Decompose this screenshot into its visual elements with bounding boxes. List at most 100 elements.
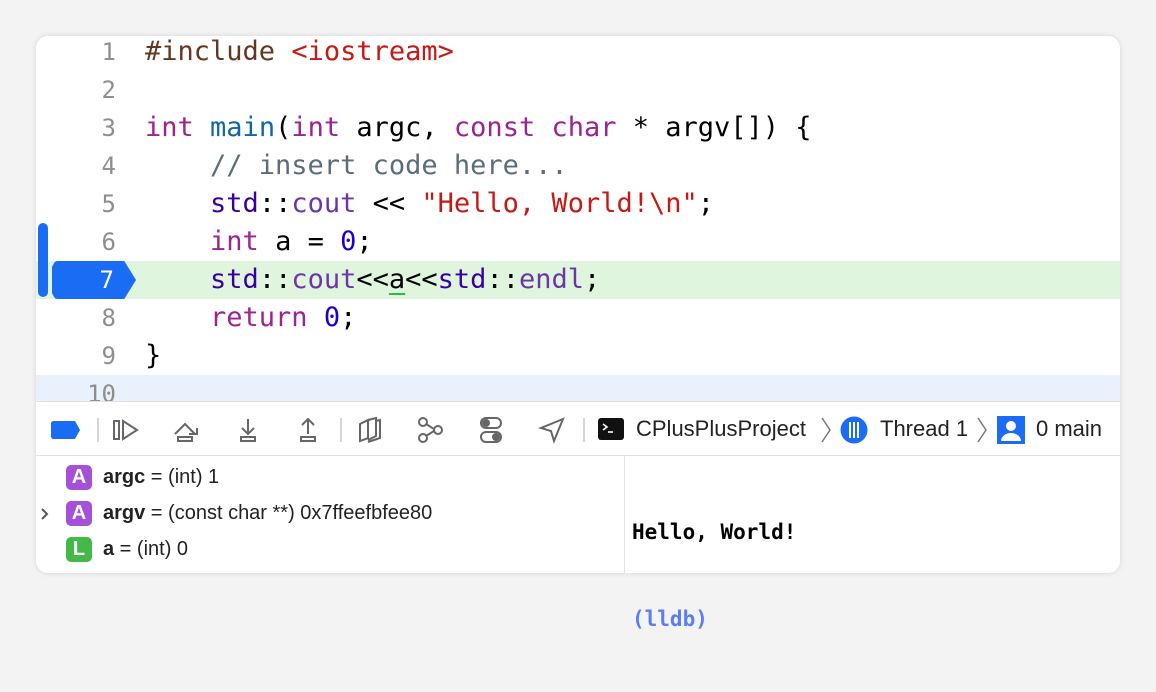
code-token: ; [340, 302, 357, 333]
code-token: cout [291, 188, 357, 219]
disclosure-chevron-icon[interactable] [40, 507, 50, 521]
variable-name: a [103, 538, 115, 560]
code-text: std::cout<<a<<std::endl; [145, 261, 600, 299]
step-into-icon[interactable] [234, 416, 262, 444]
debug-bar: CPlusPlusProject Thread 1 0 main [36, 401, 1120, 456]
code-text: } [145, 337, 161, 375]
variable-name: argv [103, 502, 146, 524]
code-token: int [291, 112, 341, 143]
step-over-icon[interactable] [173, 416, 201, 444]
code-token: 0 [323, 302, 341, 333]
console-prompt[interactable]: (lldb) [632, 605, 1112, 634]
code-line[interactable]: 10 [36, 375, 1120, 408]
code-token: int [210, 226, 259, 257]
variable-kind-badge: A [66, 465, 92, 490]
variables-view: Aargc = (int) 1 Aargv = (const char **) 0… [36, 456, 625, 573]
variable-row[interactable]: Aargc = (int) 1 [36, 459, 616, 495]
line-number[interactable]: 2 [36, 71, 116, 109]
simulate-location-icon[interactable] [538, 416, 566, 444]
line-number[interactable]: 4 [36, 147, 116, 185]
console-output: Hello, World! [632, 520, 797, 544]
code-token: << [405, 264, 438, 295]
code-token: // insert code here... [145, 150, 568, 181]
code-token: std [437, 264, 487, 295]
code-token: endl [518, 264, 584, 295]
code-token: int [145, 112, 194, 143]
code-text: int a = 0; [145, 223, 373, 261]
line-number[interactable]: 3 [36, 109, 116, 147]
code-token: :: [258, 188, 292, 219]
code-line[interactable]: 9} [36, 337, 1120, 375]
code-token: << [356, 188, 422, 219]
code-token: :: [486, 264, 519, 295]
stack-frame-user-icon [997, 416, 1025, 444]
variable-value: = (int) 1 [145, 466, 220, 488]
line-number[interactable]: 5 [36, 185, 116, 223]
code-line[interactable]: 3 int main(int argc, const char * argv[])… [36, 109, 1120, 147]
variable-value: = (int) 0 [114, 538, 189, 560]
code-line[interactable]: 5 std::cout << "Hello, World!\n"; [36, 185, 1120, 223]
divider [340, 418, 342, 442]
code-text: return 0; [145, 299, 356, 337]
variable-kind-badge: L [66, 537, 92, 562]
console-view[interactable]: Hello, World! (lldb) [632, 460, 1112, 631]
divider [583, 418, 585, 442]
view-hierarchy-icon[interactable] [356, 416, 384, 444]
breakpoint-range-marker[interactable] [38, 223, 48, 297]
code-token: ( [275, 112, 292, 143]
code-token: << [356, 264, 389, 295]
code-token: "Hello, World!\n" [421, 188, 698, 219]
breadcrumb-thread[interactable]: Thread 1 [880, 402, 968, 455]
code-token: } [145, 340, 162, 371]
code-line[interactable]: 2 [36, 71, 1120, 109]
step-out-icon[interactable] [294, 416, 322, 444]
code-token: return [210, 302, 308, 333]
terminal-icon [598, 418, 624, 440]
variable-text: argc = (int) 1 [103, 459, 219, 495]
breakpoints-toggle-icon[interactable] [50, 420, 82, 440]
source-editor[interactable]: 1 #include <iostream> 2 3 int main(int argc,… [36, 36, 1120, 408]
code-token: std [210, 188, 259, 219]
breadcrumb-target[interactable]: CPlusPlusProject [636, 402, 806, 455]
code-token: * argv[]) { [616, 112, 812, 143]
line-number[interactable]: 6 [36, 223, 116, 261]
code-token: 0 [340, 226, 357, 257]
code-text: int main(int argc, const char * argv[]) … [145, 109, 812, 147]
code-token: const [453, 112, 536, 143]
code-line[interactable]: 7 std::cout<<a<<std::endl; [36, 261, 1120, 299]
line-number[interactable]: 1 [36, 36, 116, 68]
thread-icon [840, 416, 868, 444]
program-counter-indicator[interactable]: 7 [52, 261, 136, 299]
variable-value: = (const char **) 0x7ffeefbfee80 [145, 502, 433, 524]
chevron-right-icon [977, 417, 987, 443]
code-line[interactable]: 1 #include <iostream> [36, 36, 1120, 71]
debug-window: 1 #include <iostream> 2 3 int main(int argc,… [36, 36, 1120, 631]
variable-row[interactable]: La = (int) 0 [36, 531, 616, 567]
code-line[interactable]: 6 int a = 0; [36, 223, 1120, 261]
code-token: cout [291, 264, 357, 295]
variable-text: argv = (const char **) 0x7ffeefbfee80 [103, 495, 432, 531]
breadcrumb-frame[interactable]: 0 main [1036, 402, 1102, 455]
code-line[interactable]: 8 return 0; [36, 299, 1120, 337]
divider [97, 418, 99, 442]
memory-graph-icon[interactable] [416, 416, 444, 444]
line-number[interactable]: 8 [36, 299, 116, 337]
continue-icon[interactable] [112, 416, 140, 444]
line-number[interactable]: 9 [36, 337, 116, 375]
code-token: a = [258, 226, 341, 257]
variable-row[interactable]: Aargv = (const char **) 0x7ffeefbfee80 [36, 495, 616, 531]
code-token: ; [697, 188, 714, 219]
variable-name: argc [103, 466, 146, 488]
environment-overrides-icon[interactable] [477, 416, 505, 444]
chevron-right-icon [821, 417, 831, 443]
code-token: ; [356, 226, 373, 257]
code-token: a [388, 264, 406, 295]
code-token: argc, [340, 112, 454, 143]
code-line[interactable]: 4 // insert code here... [36, 147, 1120, 185]
